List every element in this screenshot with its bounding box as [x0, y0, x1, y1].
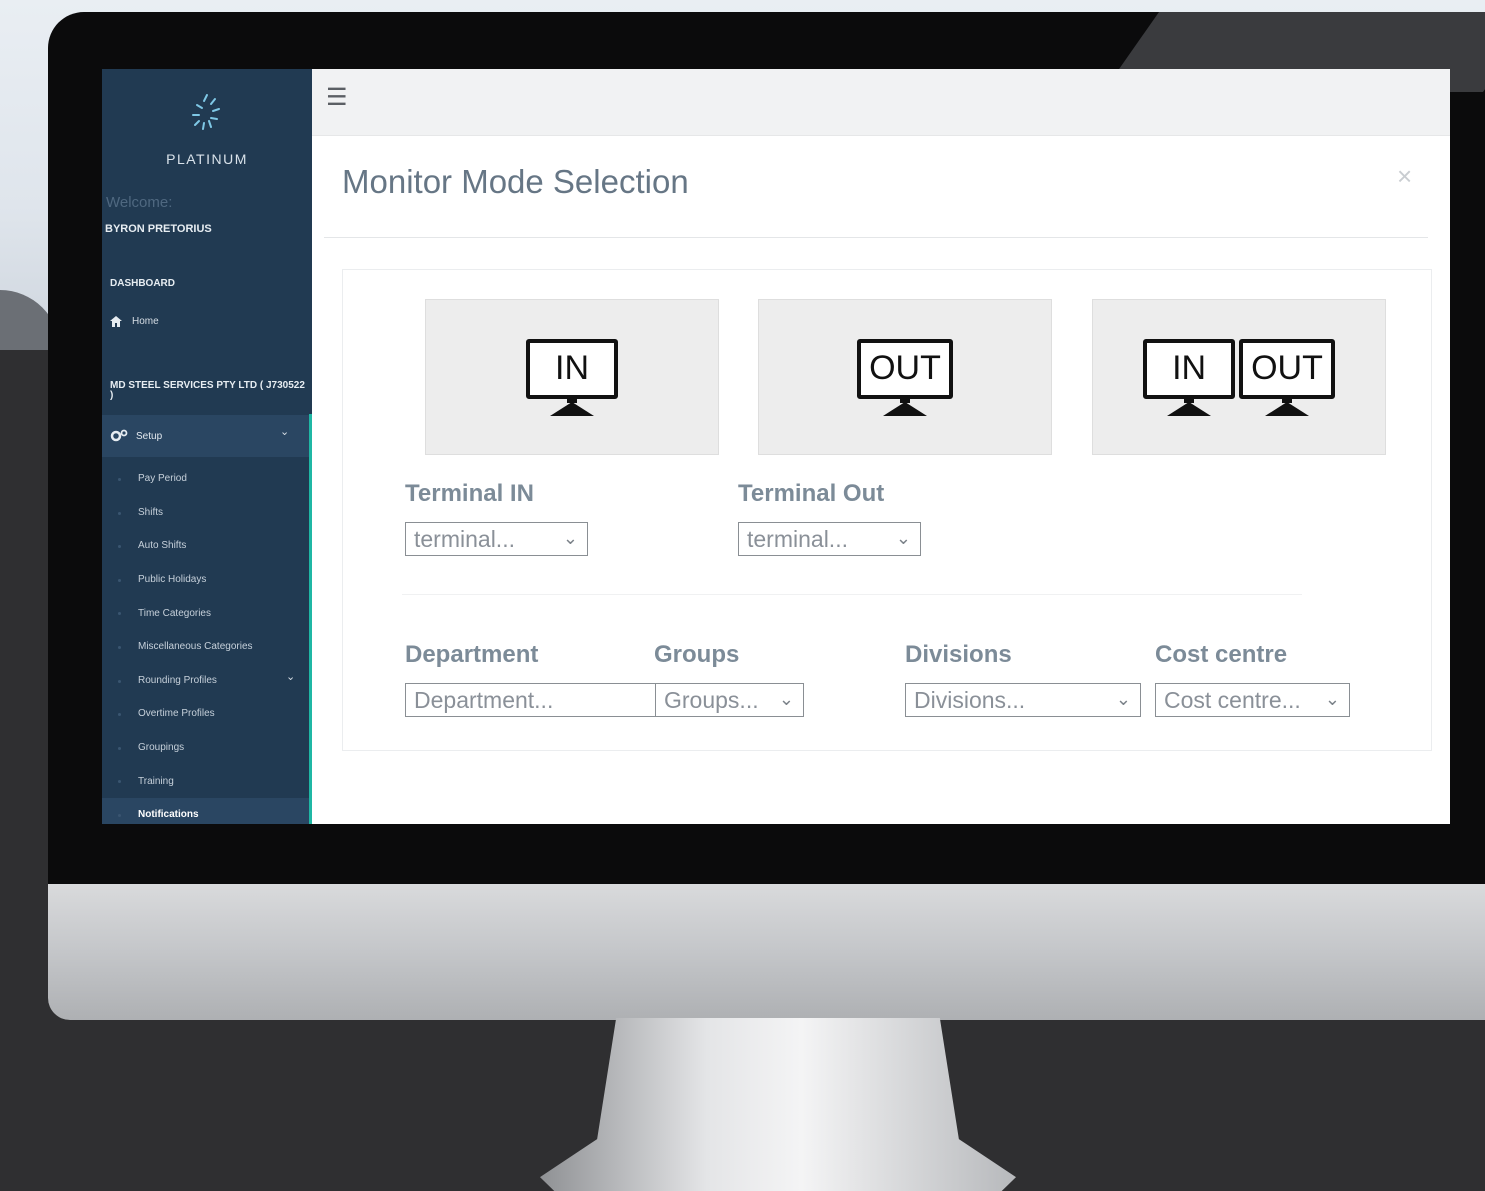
cost-centre-label: Cost centre: [1155, 641, 1288, 668]
sidebar-item-label: Home: [132, 316, 159, 327]
monitor-label: OUT: [857, 338, 953, 399]
sidebar-item-label: Overtime Profiles: [138, 708, 215, 720]
sidebar-item-label: Miscellaneous Categories: [138, 641, 253, 653]
chevron-down-icon: ⌄: [1115, 689, 1131, 709]
bullet-icon: [118, 780, 121, 784]
bullet-icon: [118, 713, 121, 717]
logo[interactable]: PLATINUM: [102, 89, 312, 167]
sidebar-item-label: Shifts: [138, 506, 164, 518]
sidebar-item-label: Public Holidays: [138, 574, 207, 586]
monitor-label: IN: [526, 338, 618, 399]
logo-text: PLATINUM: [166, 151, 248, 167]
user-name: BYRON PRETORIUS: [105, 223, 212, 235]
bullet-icon: [118, 578, 121, 582]
chevron-down-icon: ⌄: [562, 528, 578, 548]
divisions-label: Divisions: [905, 641, 1012, 668]
sidebar-item-label: Notifications: [138, 809, 199, 821]
close-icon[interactable]: ×: [1397, 161, 1412, 192]
sidebar-item-pay-period[interactable]: Pay Period: [102, 462, 309, 496]
bullet-icon: [118, 813, 121, 817]
hamburger-menu-icon[interactable]: ☰: [326, 83, 348, 112]
sidebar-item-home[interactable]: Home: [110, 316, 159, 327]
sidebar-item-setup[interactable]: Setup ⌄: [102, 415, 309, 457]
cost-centre-select[interactable]: Cost centre... ⌄: [1155, 683, 1350, 717]
monitor-out-icon: OUT: [857, 338, 953, 416]
select-value: terminal...: [414, 525, 515, 552]
sidebar: PLATINUM Welcome: BYRON PRETORIUS DASHBO…: [102, 69, 312, 824]
dashboard-heading: DASHBOARD: [110, 278, 175, 289]
terminal-in-label: Terminal IN: [405, 480, 534, 507]
modal-title: Monitor Mode Selection: [342, 163, 689, 200]
sidebar-item-overtime-profiles[interactable]: Overtime Profiles: [102, 697, 309, 731]
chevron-down-icon: ⌄: [286, 670, 296, 683]
terminal-out-select[interactable]: terminal... ⌄: [738, 522, 921, 556]
sidebar-item-rounding-profiles[interactable]: Rounding Profiles ⌄: [102, 664, 309, 698]
monitor-base: [1167, 401, 1212, 416]
monitor-label: IN: [1143, 338, 1236, 399]
cogs-icon: [110, 429, 128, 442]
sidebar-item-label: Time Categories: [138, 607, 211, 619]
department-label: Department: [405, 641, 539, 668]
sidebar-item-auto-shifts[interactable]: Auto Shifts: [102, 529, 309, 563]
sidebar-item-label: Rounding Profiles: [138, 674, 217, 686]
chevron-down-icon: ⌄: [778, 689, 794, 709]
select-value: terminal...: [747, 525, 848, 552]
bullet-icon: [118, 645, 121, 649]
sidebar-item-label: Training: [138, 775, 174, 787]
sidebar-item-label: Pay Period: [138, 473, 187, 485]
sidebar-item-label: Setup: [136, 430, 163, 442]
platinum-logo-icon: [192, 94, 220, 130]
monitor-base: [550, 401, 594, 416]
sidebar-item-notifications[interactable]: Notifications: [102, 797, 309, 824]
monitor-label: OUT: [1239, 338, 1335, 399]
sidebar-item-label: Groupings: [138, 742, 185, 754]
chevron-down-icon: ⌄: [895, 528, 911, 548]
sidebar-accent-bar: [309, 414, 312, 824]
setup-submenu: Pay Period Shifts Auto Shifts Public Hol…: [102, 462, 309, 824]
sidebar-item-misc-categories[interactable]: Miscellaneous Categories: [102, 630, 309, 664]
chevron-down-icon: ⌄: [1324, 689, 1340, 709]
groups-label: Groups: [654, 641, 740, 668]
mode-card-in[interactable]: IN: [425, 299, 719, 455]
home-icon: [110, 316, 122, 327]
select-value: Groups...: [664, 686, 759, 713]
department-input[interactable]: Department...: [405, 683, 657, 717]
sidebar-item-shifts[interactable]: Shifts: [102, 496, 309, 530]
sidebar-item-public-holidays[interactable]: Public Holidays: [102, 563, 309, 597]
terminal-out-label: Terminal Out: [738, 480, 885, 507]
divisions-select[interactable]: Divisions... ⌄: [905, 683, 1141, 717]
groups-select[interactable]: Groups... ⌄: [655, 683, 804, 717]
chevron-down-icon: ⌄: [280, 426, 290, 438]
top-bar: ☰: [312, 69, 1450, 136]
sidebar-item-label: Auto Shifts: [138, 540, 187, 552]
app-screen: PLATINUM Welcome: BYRON PRETORIUS DASHBO…: [102, 69, 1450, 824]
company-name: MD STEEL SERVICES PTY LTD ( J730522 ): [110, 380, 305, 401]
bullet-icon: [118, 478, 121, 481]
select-value: Cost centre...: [1164, 686, 1301, 713]
bullet-icon: [118, 545, 121, 549]
mode-card-out[interactable]: OUT: [758, 299, 1052, 455]
bullet-icon: [118, 511, 121, 515]
monitor-in-icon: IN: [526, 338, 618, 416]
sidebar-item-time-categories[interactable]: Time Categories: [102, 596, 309, 630]
monitor-out-icon: OUT: [1239, 338, 1335, 416]
input-placeholder: Department...: [414, 686, 554, 713]
terminal-in-select[interactable]: terminal... ⌄: [405, 522, 588, 556]
bullet-icon: [118, 746, 121, 750]
modal-header-divider: [324, 237, 1428, 238]
monitor-in-icon: IN: [1143, 338, 1236, 416]
monitor-chin: [48, 884, 1485, 1020]
sidebar-item-groupings[interactable]: Groupings: [102, 731, 309, 765]
bullet-icon: [118, 612, 121, 616]
monitor-base: [1265, 401, 1309, 416]
mode-card-in-out[interactable]: IN OUT: [1092, 299, 1386, 455]
sidebar-item-training[interactable]: Training: [102, 764, 309, 798]
section-divider: [402, 594, 1302, 595]
bullet-icon: [118, 679, 121, 683]
monitor-base: [883, 401, 927, 416]
welcome-label: Welcome:: [106, 194, 173, 211]
select-value: Divisions...: [914, 686, 1026, 713]
